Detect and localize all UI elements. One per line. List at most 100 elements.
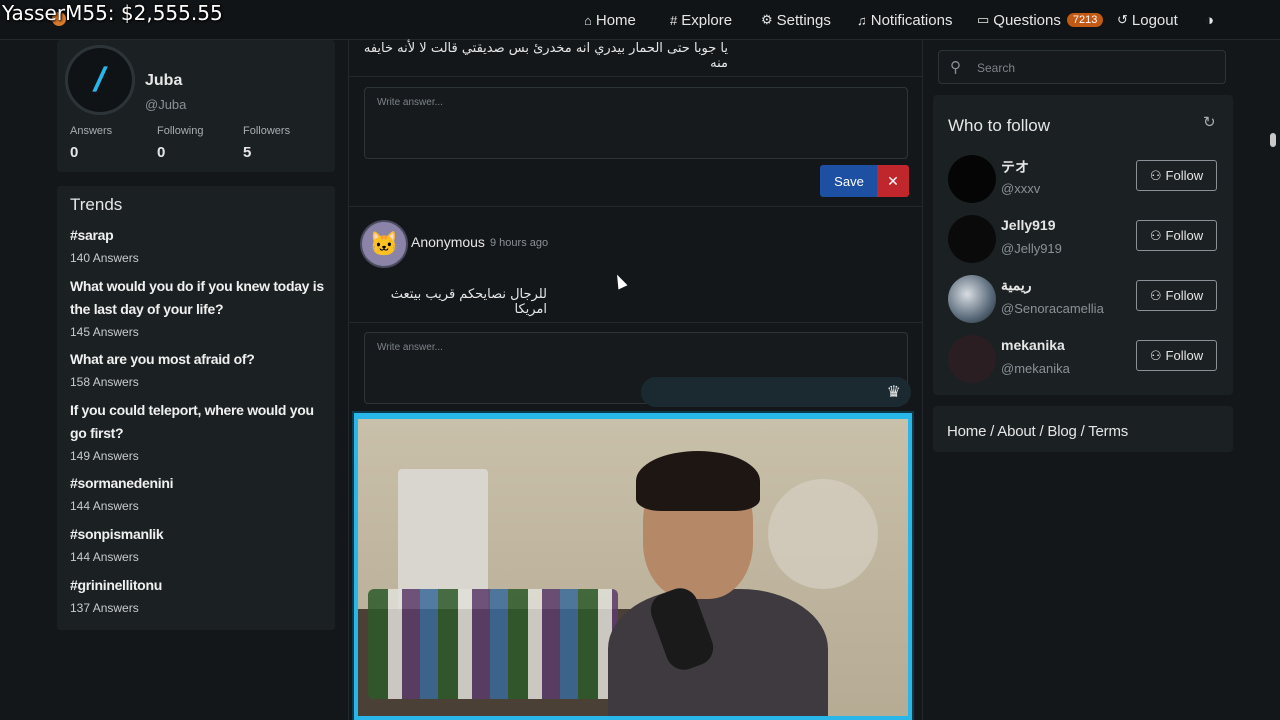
- hash-icon: #: [670, 12, 678, 28]
- nav-explore[interactable]: # Explore: [670, 0, 732, 40]
- avatar[interactable]: [948, 335, 996, 383]
- trends-card: Trends #sarap 140 Answers What would you…: [57, 186, 335, 630]
- add-user-icon: ⚇: [1149, 347, 1162, 363]
- trend-topic[interactable]: #sormanedenini: [70, 472, 328, 495]
- trend-item[interactable]: #sonpismanlik 144 Answers: [70, 523, 328, 566]
- add-user-icon: ⚇: [1149, 227, 1162, 243]
- nav-notifications[interactable]: ♫ Notifications: [857, 0, 952, 40]
- footer-links[interactable]: Home / About / Blog / Terms: [947, 423, 1128, 440]
- trend-topic[interactable]: #sarap: [70, 224, 328, 247]
- follow-button[interactable]: ⚇ Follow: [1136, 280, 1217, 311]
- search-input[interactable]: ⚲ Search: [938, 50, 1226, 84]
- author-name[interactable]: Anonymous: [411, 234, 485, 250]
- follow-user-handle: @xxxv: [1001, 181, 1041, 196]
- trend-topic[interactable]: If you could teleport, where would you g…: [70, 399, 328, 445]
- answer-placeholder: Write answer...: [377, 342, 443, 353]
- trend-topic[interactable]: #grininellitonu: [70, 574, 328, 597]
- webcam-overlay: [354, 413, 912, 720]
- cancel-button[interactable]: ✕: [877, 165, 909, 197]
- avatar[interactable]: [948, 155, 996, 203]
- profile-card: / Juba @Juba Answers 0 Following 0 Follo…: [57, 40, 335, 172]
- refresh-icon[interactable]: ↻: [1203, 113, 1216, 131]
- follow-user-name[interactable]: ريمية: [1001, 277, 1031, 294]
- follow-label: Follow: [1165, 228, 1204, 243]
- follow-user-name[interactable]: テオ: [1001, 157, 1029, 177]
- close-icon: ✕: [887, 172, 899, 189]
- house-icon: ⌂: [584, 12, 592, 28]
- trend-item[interactable]: What would you do if you knew today is t…: [70, 275, 328, 341]
- follow-user-handle: @mekanika: [1001, 361, 1070, 376]
- avatar[interactable]: [948, 275, 996, 323]
- follow-user-name[interactable]: mekanika: [1001, 337, 1065, 353]
- nav-settings-label: Settings: [776, 11, 831, 29]
- trend-count: 144 Answers: [70, 499, 139, 513]
- logout-icon: ↺: [1117, 12, 1128, 27]
- nav-questions[interactable]: ▭ Questions 7213: [977, 0, 1104, 40]
- chat-icon: ▭: [977, 12, 990, 27]
- follow-label: Follow: [1165, 288, 1204, 303]
- nav-logout-label: Logout: [1131, 11, 1178, 29]
- search-icon: ⚲: [950, 59, 961, 76]
- divider: [349, 206, 922, 207]
- contrast-icon: ◑: [1205, 11, 1215, 29]
- scrollbar[interactable]: [1270, 133, 1276, 147]
- follow-label: Follow: [1165, 348, 1204, 363]
- follow-user-name[interactable]: Jelly919: [1001, 217, 1056, 233]
- add-user-icon: ⚇: [1149, 167, 1162, 183]
- follow-button[interactable]: ⚇ Follow: [1136, 160, 1217, 191]
- save-button[interactable]: Save: [820, 165, 878, 197]
- lightning-icon: /: [90, 60, 110, 99]
- nav-home[interactable]: ⌂ Home: [584, 0, 636, 40]
- trend-item[interactable]: #sarap 140 Answers: [70, 224, 328, 267]
- theme-toggle[interactable]: ◑: [1205, 0, 1214, 40]
- stream-overlay-banner: ♛: [641, 377, 911, 407]
- trend-count: 145 Answers: [70, 325, 139, 339]
- stat-following-label: Following: [157, 125, 204, 137]
- profile-handle: @Juba: [145, 97, 187, 112]
- stat-followers-label: Followers: [243, 125, 291, 137]
- profile-name[interactable]: Juba: [145, 72, 182, 90]
- trend-item[interactable]: If you could teleport, where would you g…: [70, 399, 328, 465]
- gear-icon: ⚙: [761, 12, 773, 27]
- question-text: للرجال نصايحكم قريب بيتعث امريكا: [390, 287, 547, 317]
- nav-settings[interactable]: ⚙ Settings: [761, 0, 831, 40]
- anonymous-avatar[interactable]: 🐱: [360, 220, 408, 268]
- divider: [349, 76, 922, 77]
- nav-logout[interactable]: ↺ Logout: [1117, 0, 1178, 40]
- trend-item[interactable]: What are you most afraid of? 158 Answers: [70, 348, 328, 391]
- stream-overlay-title: YasserM55: $2,555.55: [2, 1, 223, 25]
- trend-item[interactable]: #grininellitonu 137 Answers: [70, 574, 328, 617]
- streamer: [608, 451, 828, 716]
- who-to-follow-title: Who to follow: [948, 116, 1051, 135]
- trend-topic[interactable]: What are you most afraid of?: [70, 348, 328, 371]
- bell-icon: ♫: [857, 12, 867, 28]
- answer-textarea[interactable]: Write answer...: [364, 87, 908, 159]
- trend-topic[interactable]: What would you do if you knew today is t…: [70, 275, 328, 321]
- follow-user-handle: @Senoracamellia: [1001, 301, 1104, 316]
- follow-button[interactable]: ⚇ Follow: [1136, 340, 1217, 371]
- avatar[interactable]: /: [65, 45, 135, 115]
- cat-icon: 🐱: [369, 230, 399, 258]
- timestamp: 9 hours ago: [490, 237, 549, 249]
- follow-button[interactable]: ⚇ Follow: [1136, 220, 1217, 251]
- trend-topic[interactable]: #sonpismanlik: [70, 523, 328, 546]
- follow-user-handle: @Jelly919: [1001, 241, 1062, 256]
- search-placeholder: Search: [977, 61, 1016, 75]
- avatar[interactable]: [948, 215, 996, 263]
- stat-following-value: 0: [157, 144, 166, 161]
- trends-title: Trends: [70, 195, 123, 214]
- trend-count: 137 Answers: [70, 601, 139, 615]
- divider: [349, 322, 922, 323]
- follow-label: Follow: [1165, 168, 1204, 183]
- trend-count: 140 Answers: [70, 251, 139, 265]
- trend-item[interactable]: #sormanedenini 144 Answers: [70, 472, 328, 515]
- footer-links-card: Home / About / Blog / Terms: [933, 406, 1233, 452]
- trend-count: 144 Answers: [70, 550, 139, 564]
- crown-icon: ♛: [886, 384, 901, 401]
- nav-questions-label: Questions: [993, 11, 1061, 29]
- nav-notifications-label: Notifications: [870, 11, 953, 29]
- stat-answers-label: Answers: [70, 125, 113, 137]
- add-user-icon: ⚇: [1149, 287, 1162, 303]
- nav-home-label: Home: [595, 11, 636, 29]
- trend-count: 149 Answers: [70, 449, 139, 463]
